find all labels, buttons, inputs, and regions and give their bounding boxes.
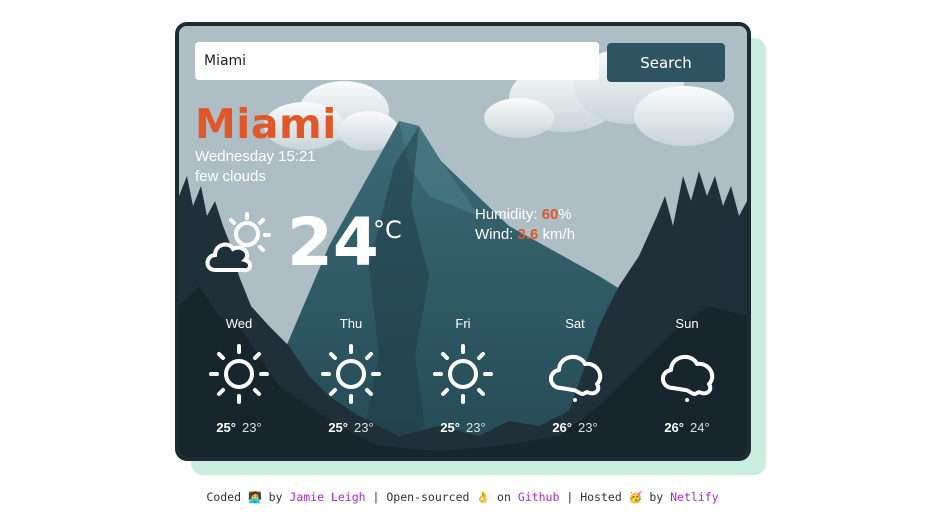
humidity-value: 60 bbox=[541, 206, 559, 223]
technologist-emoji: 🧑‍💻 bbox=[247, 491, 262, 504]
footer-separator: | bbox=[566, 490, 574, 504]
current-datetime: Wednesday 15:21 bbox=[195, 148, 316, 165]
forecast-day-name: Sun bbox=[675, 316, 699, 331]
forecast-low: 24° bbox=[690, 420, 710, 435]
temperature-unit: °C bbox=[373, 216, 402, 244]
sun-icon bbox=[209, 344, 269, 404]
forecast-day-name: Wed bbox=[225, 316, 253, 331]
footer-by: by bbox=[649, 490, 664, 504]
search-input[interactable] bbox=[195, 42, 599, 80]
weather-description: few clouds bbox=[195, 168, 266, 185]
ok-hand-emoji: 👌 bbox=[476, 491, 491, 504]
forecast-high: 25° bbox=[216, 420, 236, 435]
forecast-temps: 26° 23° bbox=[535, 420, 615, 435]
weather-card: Search Miami Wednesday 15:21 few clouds … bbox=[175, 22, 751, 461]
forecast-day: Wed 25° 23° bbox=[199, 316, 279, 435]
netlify-link[interactable]: Netlify bbox=[670, 490, 718, 504]
github-link[interactable]: Github bbox=[518, 490, 560, 504]
forecast-day: Fri 25° 23° bbox=[423, 316, 503, 435]
humidity-label: Humidity: bbox=[475, 206, 538, 223]
city-name: Miami bbox=[195, 100, 337, 148]
forecast-high: 25° bbox=[440, 420, 460, 435]
wind-value: 3.6 bbox=[517, 226, 539, 243]
wind-label: Wind: bbox=[475, 226, 514, 243]
author-link[interactable]: Jamie Leigh bbox=[289, 490, 365, 504]
forecast-day-name: Sat bbox=[565, 316, 585, 331]
forecast-temps: 26° 24° bbox=[647, 420, 727, 435]
footer-open-sourced: Open-sourced bbox=[386, 490, 470, 504]
footer-by: by bbox=[268, 490, 283, 504]
forecast-list: Wed 25° 23° Thu 25° 23° Fri 25° 23° Sat … bbox=[179, 316, 747, 446]
cloud-icon bbox=[661, 354, 715, 402]
forecast-low: 23° bbox=[354, 420, 374, 435]
footer-hosted: Hosted bbox=[580, 490, 622, 504]
forecast-day: Sun 26° 24° bbox=[647, 316, 727, 435]
wind-unit: km/h bbox=[542, 226, 576, 243]
footer: Coded 🧑‍💻 by Jamie Leigh | Open-sourced … bbox=[0, 490, 925, 504]
forecast-low: 23° bbox=[466, 420, 486, 435]
humidity-row: Humidity: 60% bbox=[475, 205, 575, 225]
partly-cloudy-icon bbox=[205, 212, 271, 273]
forecast-temps: 25° 23° bbox=[423, 420, 503, 435]
sun-icon bbox=[321, 344, 381, 404]
forecast-low: 23° bbox=[578, 420, 598, 435]
humidity-unit: % bbox=[558, 206, 572, 223]
forecast-high: 26° bbox=[664, 420, 684, 435]
weather-stats: Humidity: 60% Wind: 3.6 km/h bbox=[475, 205, 575, 245]
cloud-icon bbox=[549, 354, 603, 402]
forecast-high: 25° bbox=[328, 420, 348, 435]
sun-icon bbox=[433, 344, 493, 404]
forecast-day: Sat 26° 23° bbox=[535, 316, 615, 435]
forecast-temps: 25° 23° bbox=[311, 420, 391, 435]
forecast-day: Thu 25° 23° bbox=[311, 316, 391, 435]
footer-coded: Coded bbox=[206, 490, 242, 504]
search-button[interactable]: Search bbox=[607, 43, 725, 82]
forecast-temps: 25° 23° bbox=[199, 420, 279, 435]
forecast-day-name: Thu bbox=[339, 316, 363, 331]
footer-on: on bbox=[497, 490, 511, 504]
current-temperature: 24 bbox=[287, 204, 379, 281]
wind-row: Wind: 3.6 km/h bbox=[475, 225, 575, 245]
footer-separator: | bbox=[372, 490, 380, 504]
party-face-emoji: 🥳 bbox=[628, 491, 643, 504]
forecast-day-name: Fri bbox=[455, 316, 471, 331]
forecast-low: 23° bbox=[242, 420, 262, 435]
forecast-high: 26° bbox=[552, 420, 572, 435]
